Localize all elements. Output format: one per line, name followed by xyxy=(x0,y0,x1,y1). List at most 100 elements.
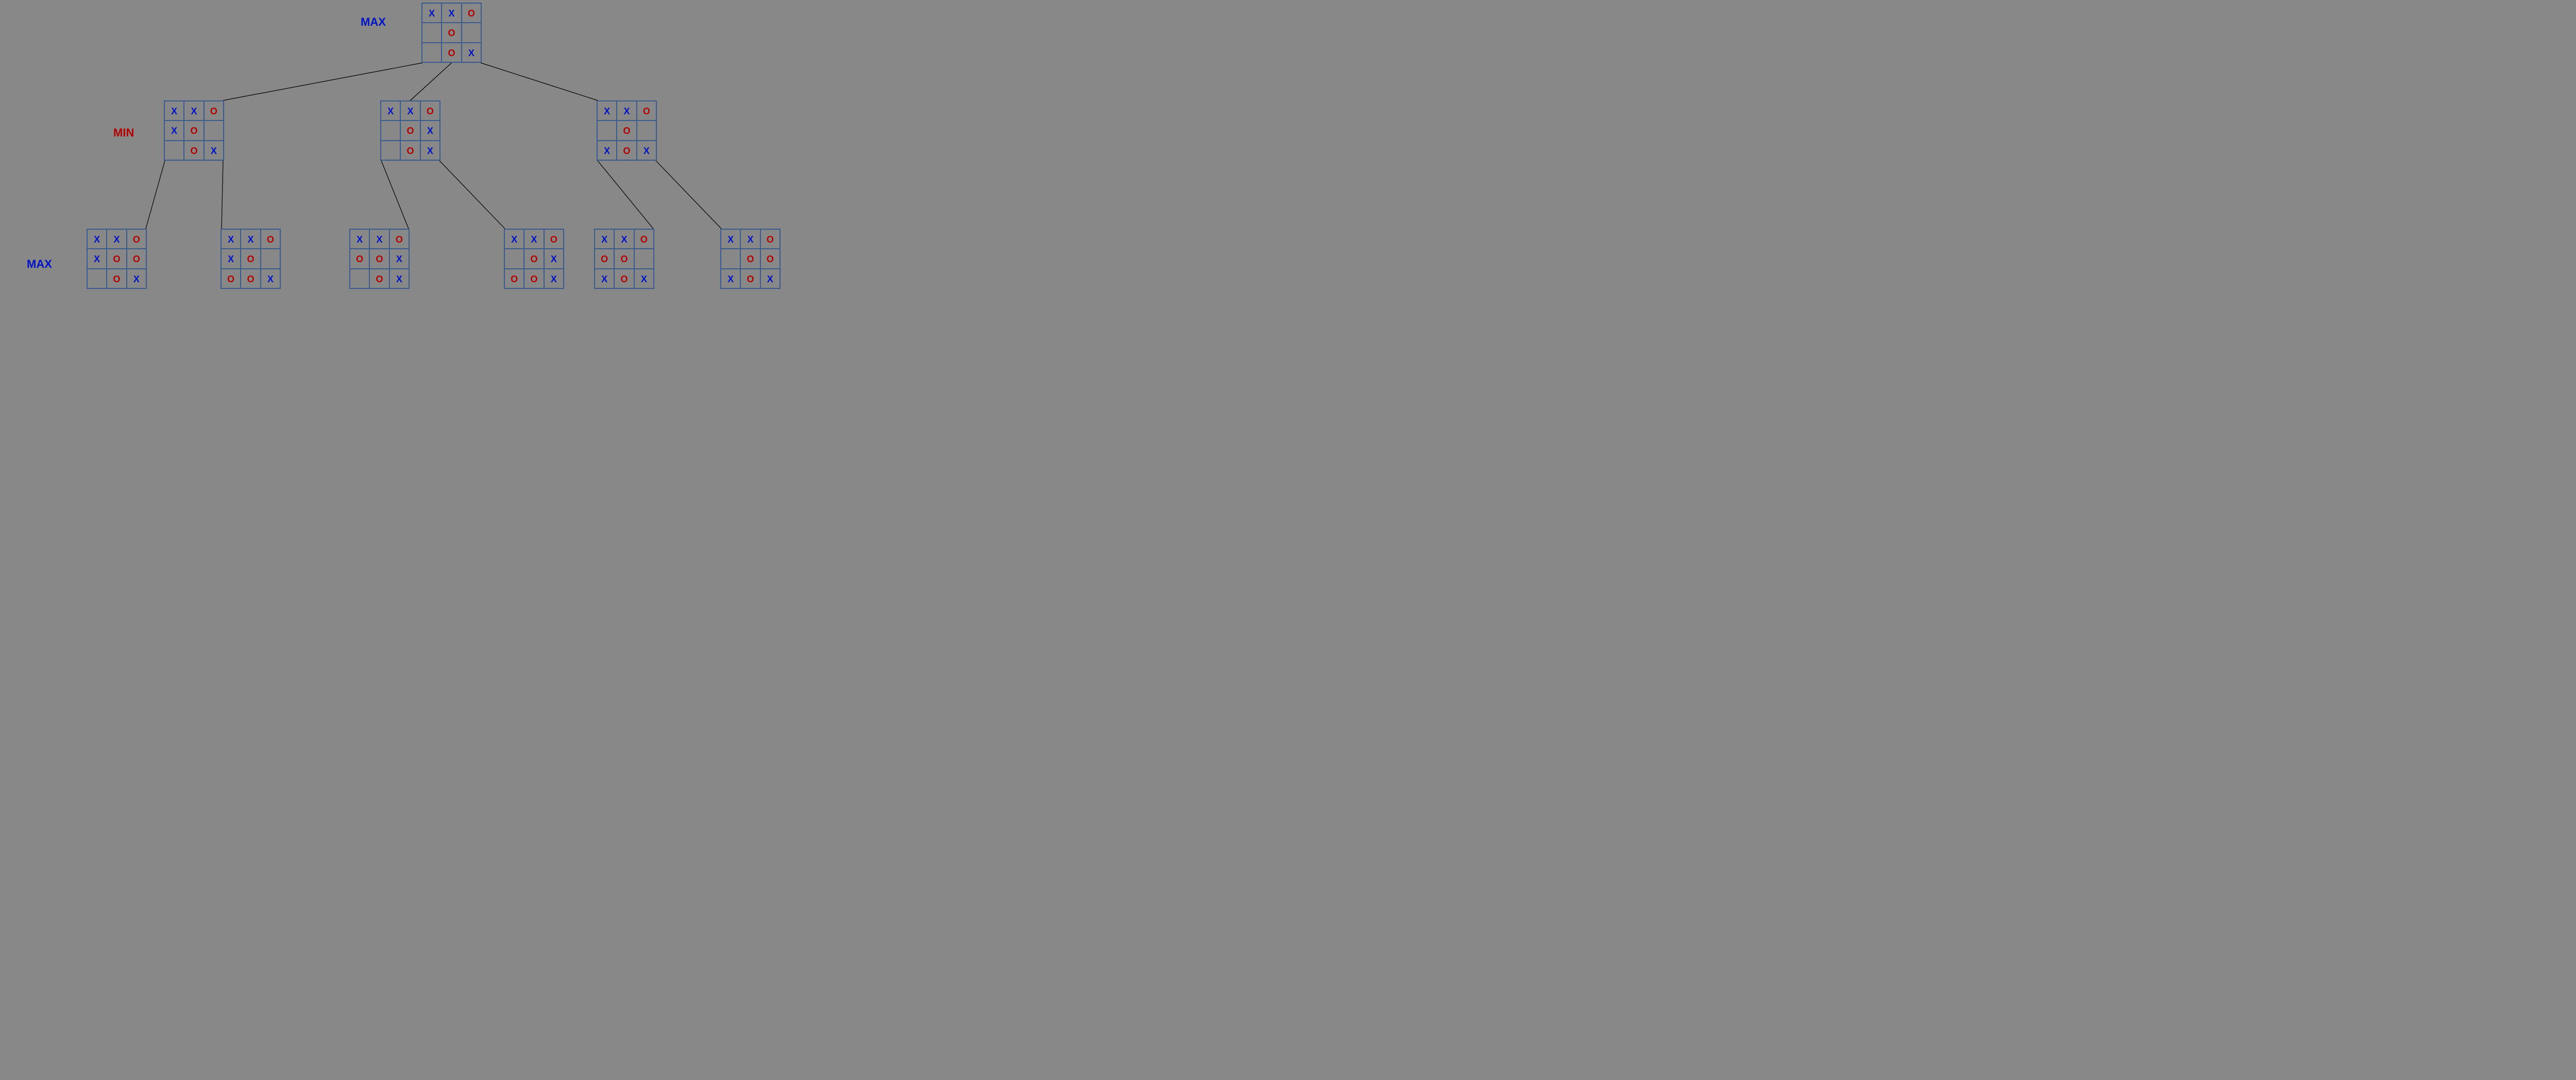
tree-edge xyxy=(381,161,409,229)
board-cell: X xyxy=(634,269,654,288)
board-cell xyxy=(350,269,369,288)
board-cell: X xyxy=(637,141,656,160)
board-root: XXOOOX xyxy=(421,3,482,63)
board-cell: O xyxy=(524,249,544,268)
board-cell: O xyxy=(595,249,614,268)
board-g4: XXOOXOOX xyxy=(504,229,564,289)
board-cell: O xyxy=(614,249,634,268)
board-g6: XXOOOXOX xyxy=(720,229,781,289)
board-cell: X xyxy=(221,249,241,268)
board-g3: XXOOOXOX xyxy=(349,229,410,289)
board-cell xyxy=(597,121,617,140)
board-cell xyxy=(164,141,184,160)
board-cell xyxy=(422,43,442,62)
board-cell: X xyxy=(127,269,146,288)
board-cell: O xyxy=(127,249,146,268)
board-cell xyxy=(381,121,400,140)
board-cell: O xyxy=(400,121,420,140)
board-g5: XXOOOXOX xyxy=(594,229,654,289)
board-cell: X xyxy=(504,229,524,249)
board-cell: O xyxy=(637,101,656,121)
board-cell: O xyxy=(241,269,260,288)
board-cell: X xyxy=(400,101,420,121)
board-c2: XXOOXOX xyxy=(380,100,440,161)
board-cell: X xyxy=(221,229,241,249)
board-cell: X xyxy=(87,229,107,249)
board-cell: X xyxy=(597,141,617,160)
minimax-tree-canvas: MAX MIN MAX XXOOOXXXOXOOXXXOOXOXXXOOXOXX… xyxy=(0,0,783,307)
board-cell: O xyxy=(760,249,780,268)
board-cell: X xyxy=(107,229,126,249)
board-cell: O xyxy=(740,269,760,288)
board-cell: X xyxy=(597,101,617,121)
board-cell: X xyxy=(87,249,107,268)
board-cell: X xyxy=(524,229,544,249)
board-c1: XXOXOOX xyxy=(164,100,224,161)
board-cell: X xyxy=(721,229,740,249)
board-cell: X xyxy=(595,229,614,249)
board-cell: X xyxy=(595,269,614,288)
board-cell: X xyxy=(389,269,409,288)
board-cell: O xyxy=(740,249,760,268)
board-cell xyxy=(634,249,654,268)
board-cell: O xyxy=(107,249,126,268)
board-cell: X xyxy=(721,269,740,288)
board-cell: O xyxy=(107,269,126,288)
board-g2: XXOXOOOX xyxy=(221,229,281,289)
board-cell xyxy=(504,249,524,268)
level2-label: MAX xyxy=(27,258,52,271)
board-cell: X xyxy=(164,121,184,140)
tree-edge xyxy=(656,161,721,229)
board-cell: X xyxy=(204,141,224,160)
board-cell: O xyxy=(524,269,544,288)
board-cell: X xyxy=(617,101,636,121)
board-cell: X xyxy=(614,229,634,249)
tree-edge xyxy=(146,161,165,229)
board-cell: O xyxy=(184,141,204,160)
tree-edge xyxy=(223,63,422,100)
board-cell: O xyxy=(442,43,461,62)
board-cell: X xyxy=(389,249,409,268)
board-cell: X xyxy=(544,269,564,288)
board-cell: O xyxy=(261,229,280,249)
board-cell: O xyxy=(369,269,389,288)
board-cell: X xyxy=(261,269,280,288)
level1-label: MIN xyxy=(113,126,134,140)
board-cell: O xyxy=(389,229,409,249)
board-cell: X xyxy=(760,269,780,288)
board-cell: O xyxy=(369,249,389,268)
board-cell: X xyxy=(369,229,389,249)
board-cell: X xyxy=(420,141,440,160)
board-cell xyxy=(261,249,280,268)
board-cell: O xyxy=(420,101,440,121)
board-cell: X xyxy=(420,121,440,140)
board-cell xyxy=(204,121,224,140)
tree-edge xyxy=(481,63,598,100)
board-cell xyxy=(422,23,442,42)
board-cell: O xyxy=(221,269,241,288)
board-cell xyxy=(381,141,400,160)
board-cell: O xyxy=(350,249,369,268)
board-cell: O xyxy=(400,141,420,160)
board-cell xyxy=(721,249,740,268)
board-cell: X xyxy=(241,229,260,249)
board-cell: X xyxy=(350,229,369,249)
board-cell: O xyxy=(462,3,481,23)
board-cell: X xyxy=(544,249,564,268)
tree-edge xyxy=(222,161,223,229)
board-cell: O xyxy=(617,141,636,160)
board-g1: XXOXOOOX xyxy=(87,229,147,289)
board-cell: O xyxy=(760,229,780,249)
board-cell: O xyxy=(634,229,654,249)
board-cell: X xyxy=(740,229,760,249)
board-cell: X xyxy=(442,3,461,23)
level0-label: MAX xyxy=(361,15,386,29)
board-cell: O xyxy=(204,101,224,121)
board-cell: O xyxy=(544,229,564,249)
board-cell xyxy=(637,121,656,140)
tree-edge xyxy=(439,161,505,229)
board-cell xyxy=(462,23,481,42)
board-cell: X xyxy=(422,3,442,23)
board-cell: O xyxy=(184,121,204,140)
board-cell: O xyxy=(241,249,260,268)
